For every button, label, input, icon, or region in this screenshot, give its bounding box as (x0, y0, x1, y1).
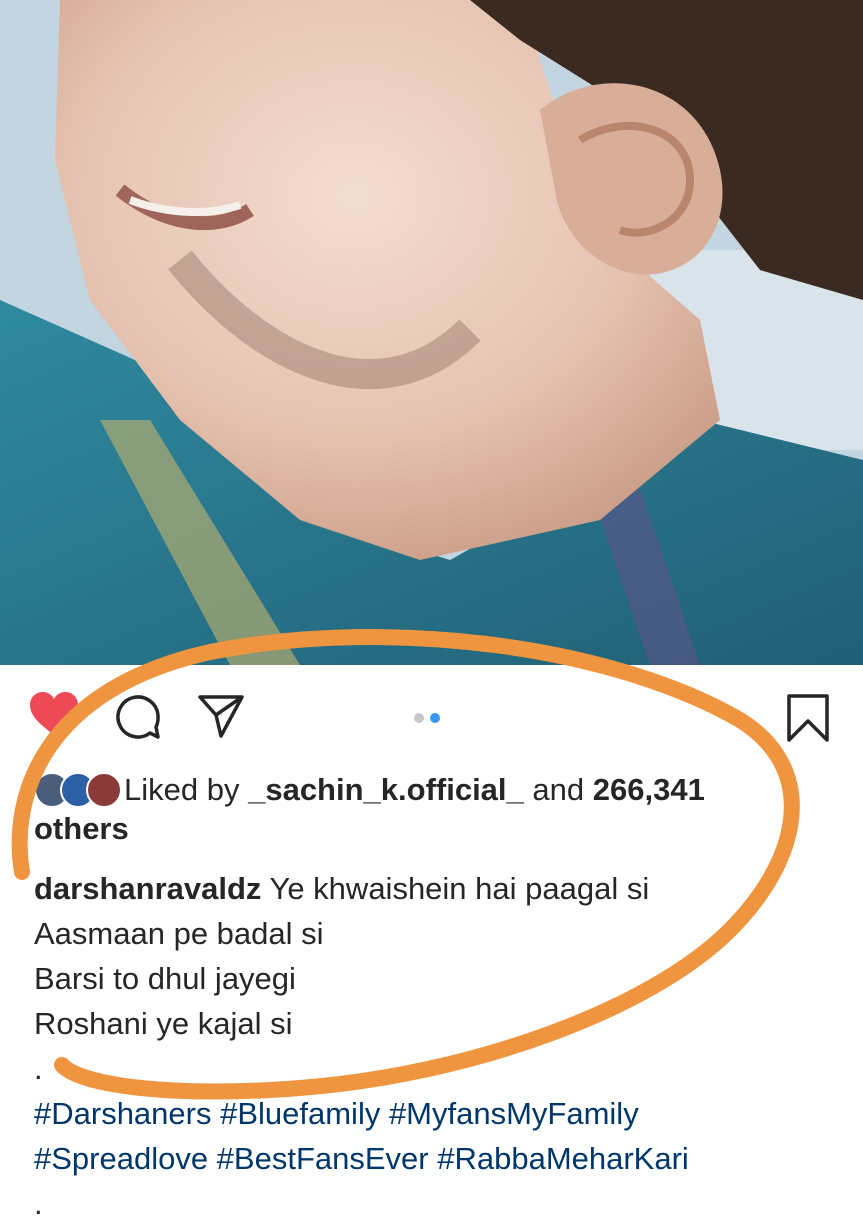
caption-line: Roshani ye kajal si (34, 1006, 293, 1041)
heart-filled-icon[interactable] (28, 691, 80, 742)
caption-line: Barsi to dhul jayegi (34, 961, 296, 996)
post-caption: darshanravaldz Ye khwaishein hai paagal … (34, 866, 834, 1226)
likes-count[interactable]: 266,341 (593, 772, 705, 807)
carousel-indicator (414, 710, 446, 728)
liked-by-and: and (532, 772, 585, 807)
likes-others[interactable]: others (34, 811, 129, 846)
liker-username[interactable]: _sachin_k.official_ (248, 772, 524, 807)
liked-by-label: Liked by (124, 772, 240, 807)
carousel-dot-2 (430, 713, 440, 723)
post-photo[interactable] (0, 0, 863, 665)
avatar (86, 771, 122, 808)
caption-line: Aasmaan pe badal si (34, 916, 324, 951)
caption-line: . (34, 1051, 43, 1086)
likes-summary[interactable]: Liked by _sachin_k.official_ and 266,341… (34, 770, 794, 848)
caption-username[interactable]: darshanravaldz (34, 871, 261, 906)
caption-line: Ye khwaishein hai paagal si (269, 871, 650, 906)
caption-trailing-dot: . (34, 1186, 43, 1221)
paper-plane-icon[interactable] (197, 693, 245, 744)
portrait-image (0, 0, 863, 665)
comment-bubble-icon[interactable] (114, 693, 162, 746)
carousel-dot-1 (414, 713, 424, 723)
hashtags[interactable]: #Darshaners #Bluefamily #MyfansMyFamily (34, 1091, 834, 1136)
bookmark-icon[interactable] (786, 693, 830, 748)
hashtags[interactable]: #Spreadlove #BestFansEver #RabbaMeharKar… (34, 1136, 834, 1181)
liker-avatars (34, 771, 124, 808)
